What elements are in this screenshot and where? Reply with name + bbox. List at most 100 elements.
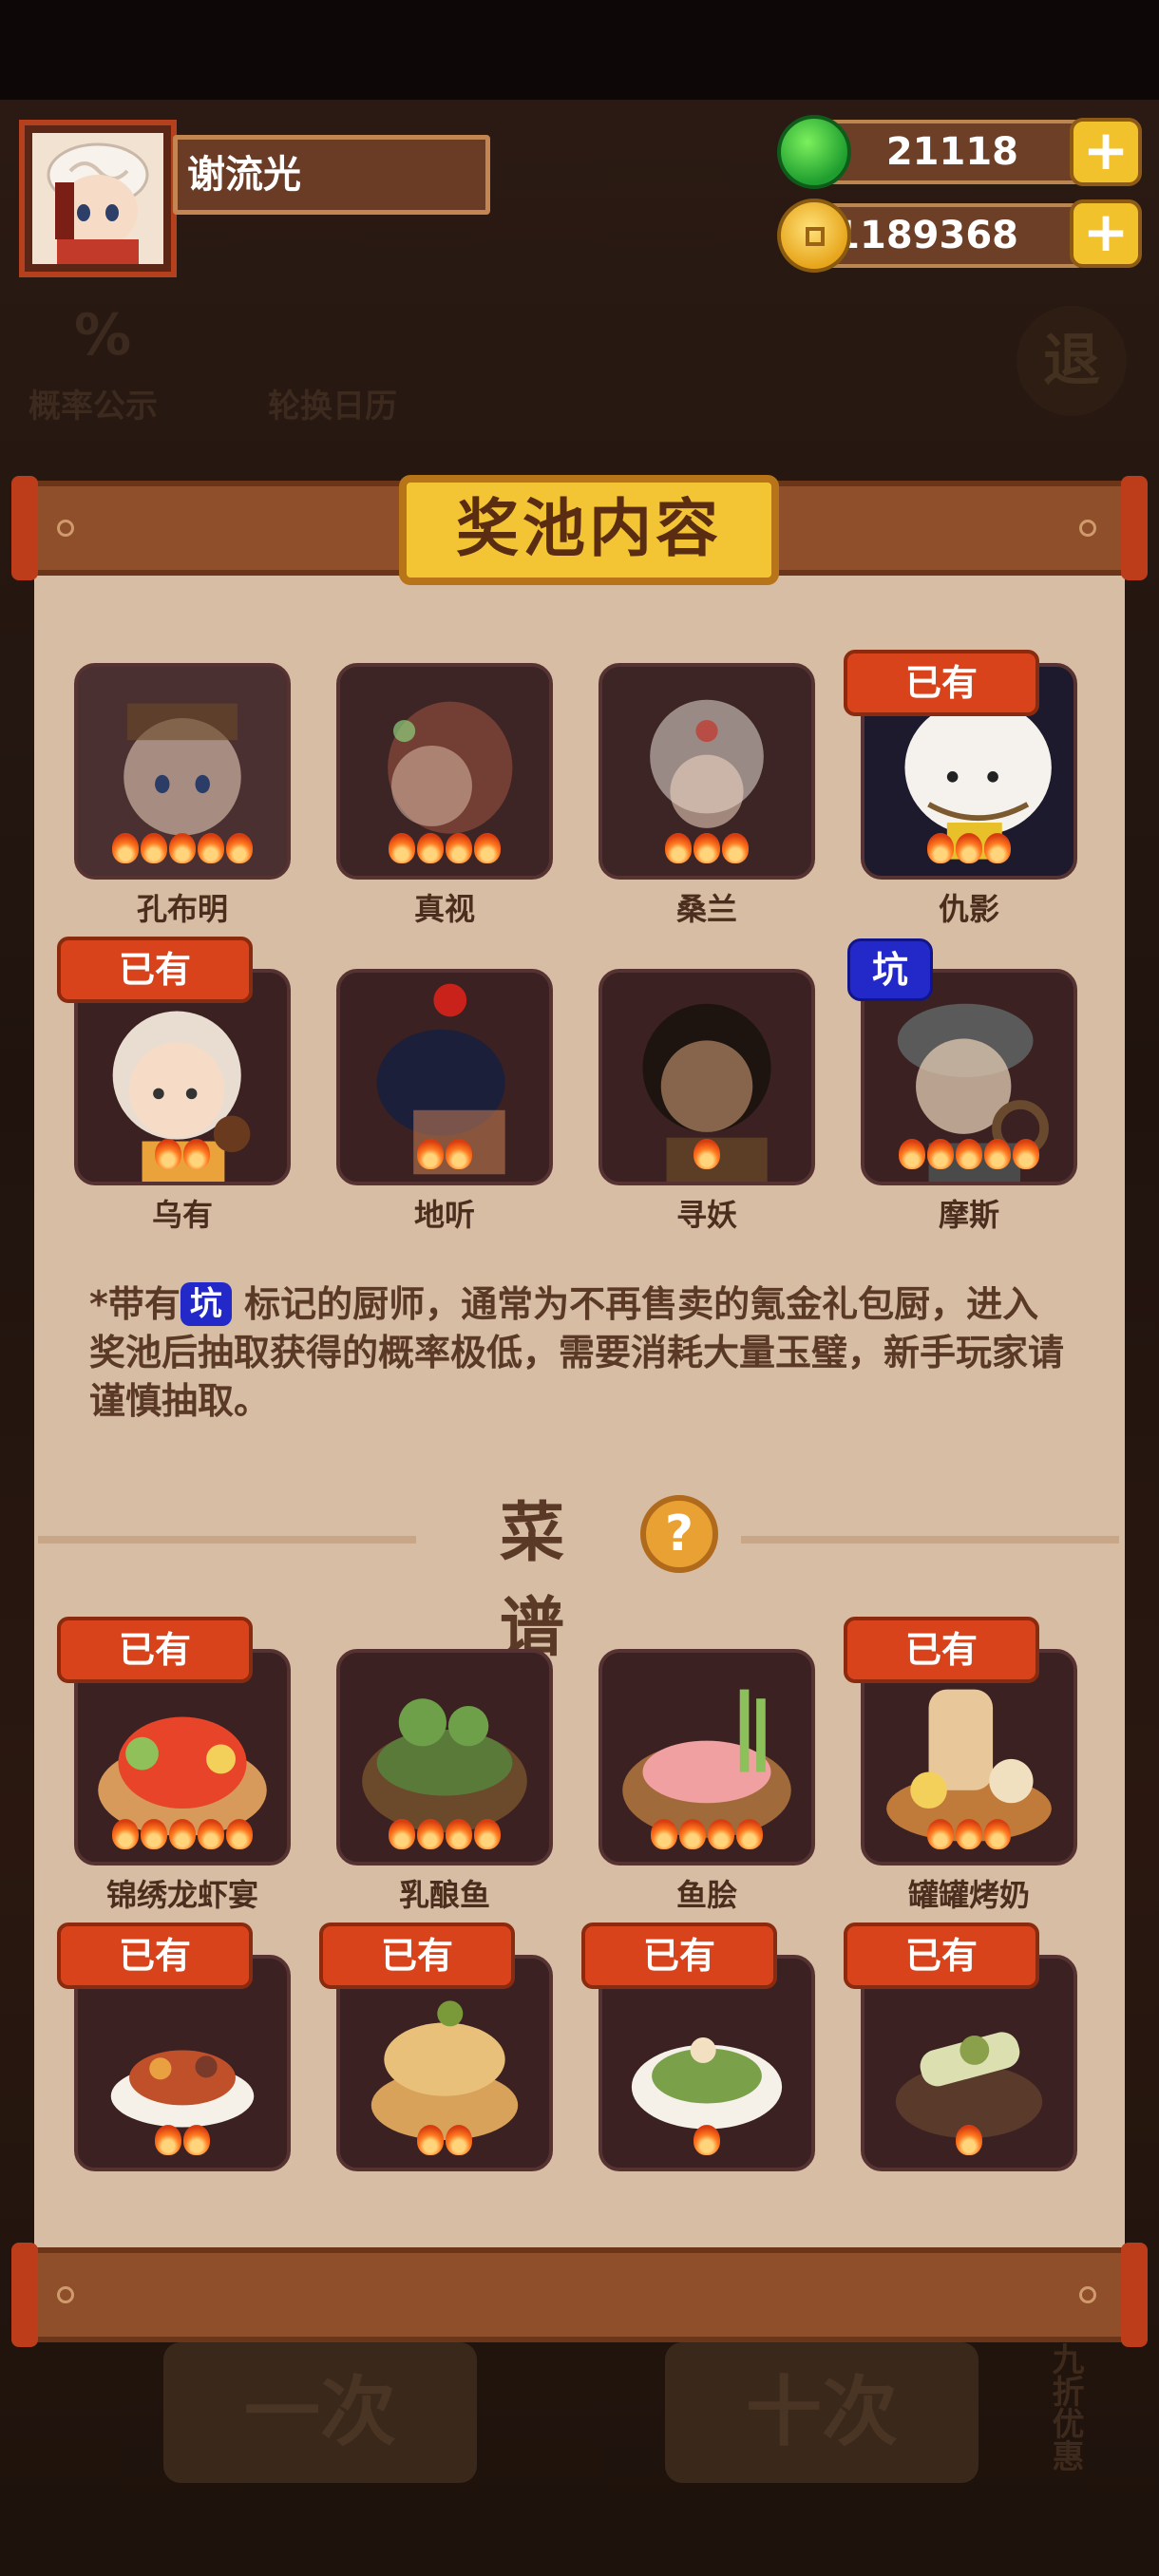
chef-card[interactable]: 乌有 — [74, 969, 291, 1235]
flame-icon — [694, 833, 720, 863]
chef-card[interactable]: 地听 — [336, 969, 553, 1235]
note-prefix: *带有 — [89, 1283, 180, 1325]
flame-icon — [446, 2125, 472, 2155]
flame-icon — [446, 833, 472, 863]
flame-icon — [389, 833, 415, 863]
flame-icon — [984, 833, 1011, 863]
owned-badge: 已有 — [581, 1923, 777, 1989]
recipe-card[interactable]: 鱼脍 — [598, 1649, 815, 1915]
add-jade-button[interactable]: + — [1070, 118, 1142, 186]
flame-icon — [708, 1819, 734, 1849]
chef-name: 地听 — [413, 1197, 475, 1233]
chef-card[interactable]: 真视 — [336, 663, 553, 929]
chef-name: 寻妖 — [675, 1197, 737, 1233]
recipe-card[interactable]: 乳酿鱼 — [336, 1649, 553, 1915]
recipe-name: 罐罐烤奶 — [907, 1877, 1030, 1913]
chef-card[interactable]: 寻妖 — [598, 969, 815, 1235]
keng-tag: 坑 — [180, 1282, 232, 1326]
flame-icon — [736, 1819, 763, 1849]
jade-icon — [777, 115, 851, 189]
coin-icon — [777, 199, 851, 273]
recipe-card[interactable]: 罐罐烤奶 — [861, 1649, 1077, 1915]
owned-badge: 已有 — [844, 1923, 1039, 1989]
owned-badge: 已有 — [57, 1617, 253, 1683]
flame-icon — [665, 833, 692, 863]
flame-icon — [984, 1139, 1011, 1169]
flame-icon — [474, 833, 501, 863]
star-rating — [864, 833, 1074, 870]
rivet — [1079, 2286, 1096, 2303]
flame-icon — [956, 1139, 982, 1169]
chef-card[interactable]: 桑兰 — [598, 663, 815, 929]
draw-ten-button[interactable]: 十次 — [665, 2342, 978, 2483]
flame-icon — [155, 1139, 181, 1169]
star-rating — [864, 2125, 1074, 2162]
flame-icon — [446, 1139, 472, 1169]
flame-icon — [169, 833, 196, 863]
chef-name: 孔布明 — [136, 891, 228, 927]
flame-icon — [694, 1139, 720, 1169]
flame-icon — [417, 2125, 444, 2155]
star-rating — [78, 2125, 287, 2162]
flame-icon — [474, 1819, 501, 1849]
flame-icon — [651, 1819, 677, 1849]
keng-note: *带有坑 标记的厨师，通常为不再售卖的氪金礼包厨，进入奖池后抽取获得的概率极低，… — [89, 1280, 1068, 1426]
add-coin-button[interactable]: + — [1070, 199, 1142, 268]
star-rating — [602, 833, 811, 870]
chef-card[interactable]: 孔布明 — [74, 663, 291, 929]
flame-icon — [694, 2125, 720, 2155]
chef-name: 摩斯 — [938, 1197, 999, 1233]
star-rating — [340, 1139, 549, 1176]
flame-icon — [417, 1139, 444, 1169]
star-rating — [78, 1819, 287, 1856]
flame-icon — [112, 833, 139, 863]
probability-button[interactable]: 概率公示 — [28, 380, 158, 426]
recipe-name: 锦绣龙虾宴 — [105, 1877, 258, 1913]
calendar-button[interactable]: 轮换日历 — [268, 380, 397, 426]
rivet — [1079, 520, 1096, 537]
avatar[interactable] — [19, 120, 177, 277]
help-icon[interactable]: ? — [640, 1495, 718, 1573]
flame-icon — [722, 833, 749, 863]
rivet — [57, 2286, 74, 2303]
avatar-image — [32, 133, 163, 264]
discount-tag: 九折优惠 — [1046, 2342, 1084, 2472]
chef-card[interactable]: 摩斯 — [861, 969, 1077, 1235]
star-rating — [864, 1139, 1074, 1176]
keng-badge: 坑 — [847, 938, 933, 1001]
exit-button[interactable]: 退 — [1016, 306, 1127, 416]
flame-icon — [141, 1819, 167, 1849]
flame-icon — [1013, 1139, 1039, 1169]
owned-badge: 已有 — [319, 1923, 515, 1989]
flame-icon — [446, 1819, 472, 1849]
rail-cap-right — [1121, 476, 1148, 580]
recipe-portrait — [336, 1649, 553, 1866]
owned-badge: 已有 — [844, 650, 1039, 716]
recipe-section-title: 菜谱 — [499, 1496, 564, 1666]
chef-name: 桑兰 — [675, 891, 737, 927]
flame-icon — [141, 833, 167, 863]
recipe-card[interactable]: 锦绣龙虾宴 — [74, 1649, 291, 1915]
draw-once-button[interactable]: 一次 — [163, 2342, 477, 2483]
flame-icon — [899, 1139, 925, 1169]
divider-left — [38, 1536, 416, 1544]
rail-cap-left — [11, 2243, 38, 2347]
owned-badge: 已有 — [844, 1617, 1039, 1683]
star-rating — [602, 2125, 811, 2162]
star-rating — [340, 2125, 549, 2162]
star-rating — [78, 1139, 287, 1176]
modal-title: 奖池内容 — [399, 475, 779, 585]
star-rating — [340, 833, 549, 870]
rivet — [57, 520, 74, 537]
divider-right — [741, 1536, 1119, 1544]
flame-icon — [417, 1819, 444, 1849]
flame-icon — [389, 1819, 415, 1849]
recipe-name: 乳酿鱼 — [398, 1877, 490, 1913]
flame-icon — [927, 833, 954, 863]
rail-cap-right — [1121, 2243, 1148, 2347]
star-rating — [78, 833, 287, 870]
flame-icon — [226, 833, 253, 863]
flame-icon — [169, 1819, 196, 1849]
chef-portrait — [336, 969, 553, 1185]
flame-icon — [226, 1819, 253, 1849]
